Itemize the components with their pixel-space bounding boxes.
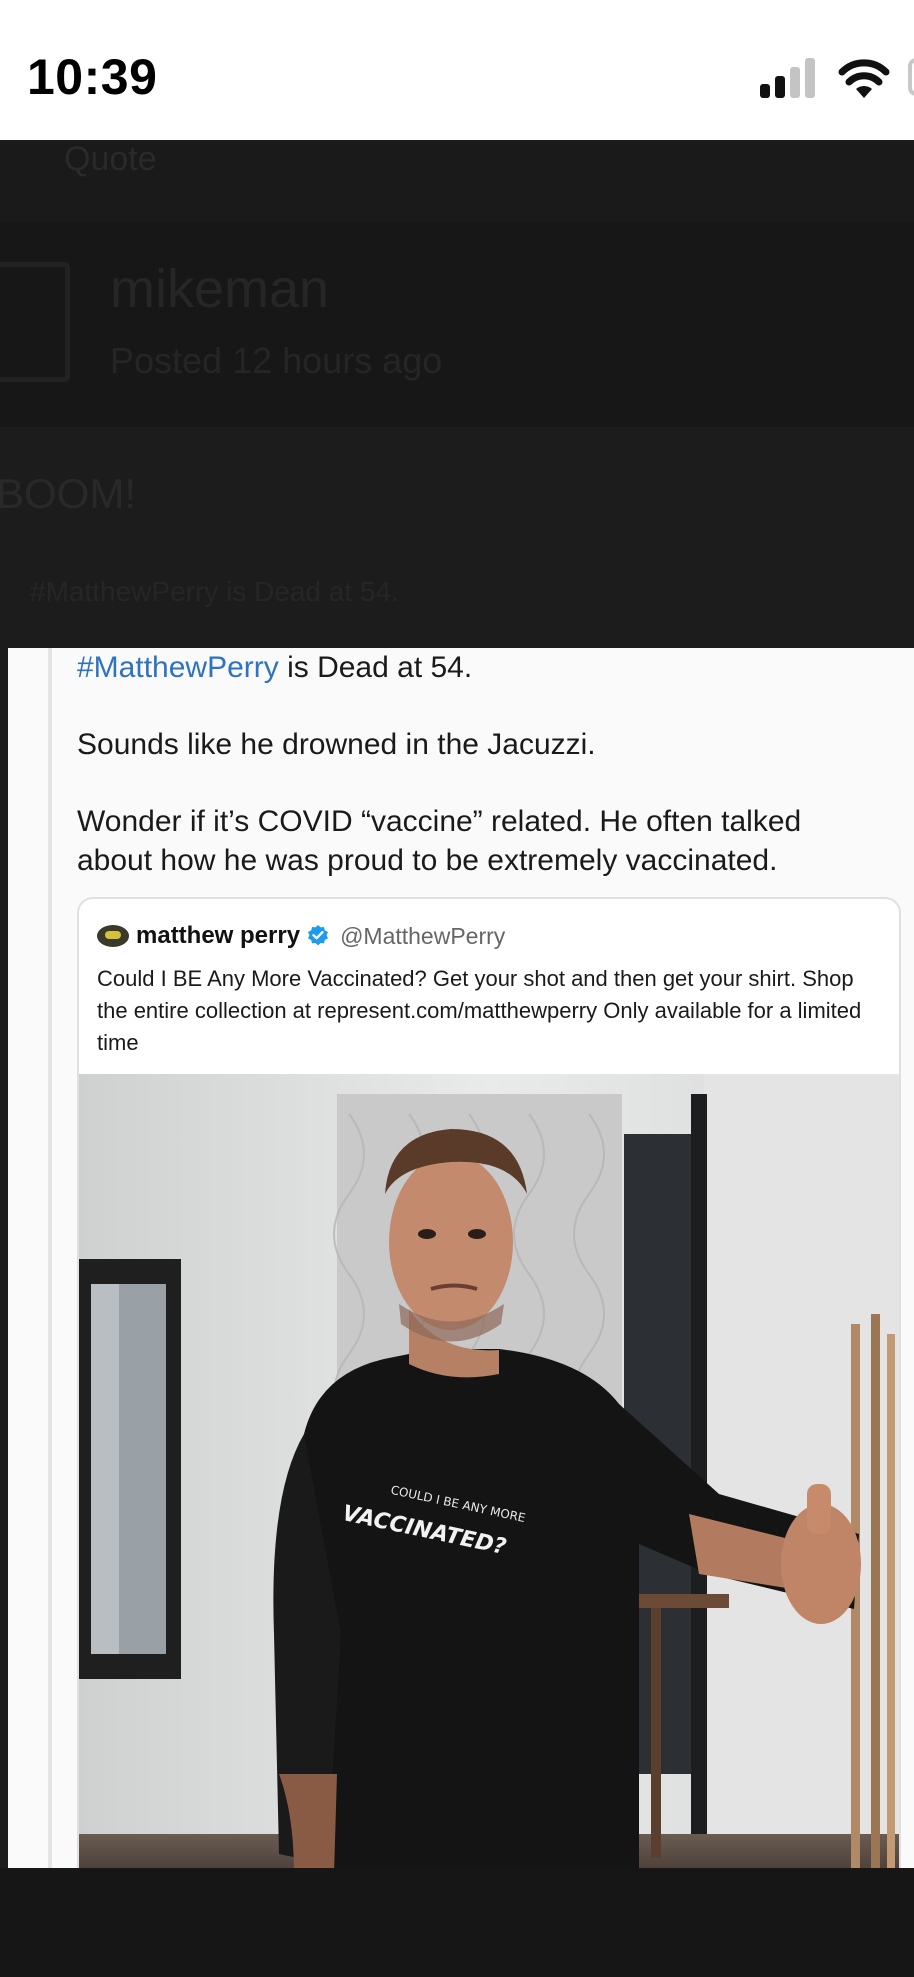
wifi-icon [838,59,890,98]
post-body-faded-line: #MatthewPerry is Dead at 54. [30,576,399,607]
quote-label[interactable]: Quote [64,140,157,179]
tweet-line-1-rest: is Dead at 54. [278,651,473,684]
embedded-tweet-screenshot: #MatthewPerry is Dead at 54. Sounds like… [8,648,914,1868]
verified-badge-icon [308,925,329,946]
quoted-tweet-photo[interactable]: COULD I BE ANY MORE VACCINATED? [79,1074,899,1868]
quoted-tweet-body: Could I BE Any More Vaccinated? Get your… [97,966,862,1055]
status-bar: 10:39 [0,0,914,140]
quoted-tweet-card[interactable]: matthew perry @MatthewPerry Could I BE A… [77,897,901,1868]
battery-icon [908,58,914,96]
avatar[interactable] [97,925,129,947]
quoted-tweet-handle[interactable]: @MatthewPerry [340,923,505,950]
quoted-tweet-header: matthew perry @MatthewPerry [97,921,505,951]
thread-rail [48,648,52,1868]
avatar[interactable] [0,262,70,382]
bottom-bar [0,1868,914,1977]
post-timestamp: Posted 12 hours ago [110,340,443,381]
tweet-line-3: Wonder if it’s COVID “vaccine” related. … [77,805,802,877]
tweet-line-2: Sounds like he drowned in the Jacuzzi. [77,728,596,761]
photo-illustration: COULD I BE ANY MORE VACCINATED? [79,1074,899,1868]
cellular-signal-icon [760,58,815,98]
quoted-tweet-author-name[interactable]: matthew perry [136,922,300,950]
post-username[interactable]: mikeman [110,258,329,320]
status-time: 10:39 [27,49,158,105]
post-author-bar [0,222,914,427]
post-body-heading: BOOM! [0,470,137,517]
tweet-line-1: #MatthewPerry is Dead at 54. [77,648,472,687]
hashtag-link[interactable]: #MatthewPerry [77,651,279,684]
